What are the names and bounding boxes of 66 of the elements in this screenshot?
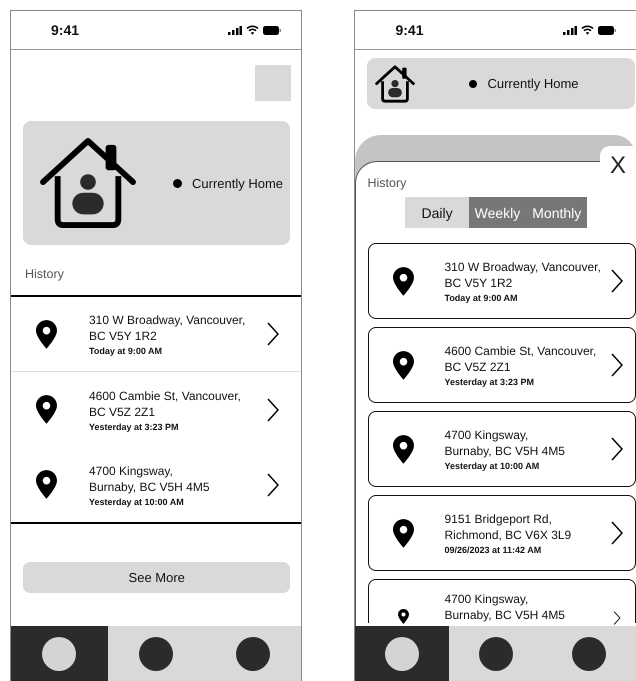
- location-pin-icon: [36, 470, 57, 499]
- chevron-right-icon: [611, 437, 623, 461]
- chevron-right-icon: [267, 398, 280, 422]
- status-label: Currently Home: [487, 76, 579, 91]
- circle-icon: [236, 637, 270, 671]
- visit-time: Today at 9:00 AM: [89, 346, 164, 356]
- history-heading: History: [367, 176, 408, 190]
- address-text: 4700 Kingsway, Burnaby, BC V5H 4M5: [444, 427, 566, 459]
- address-text: 4600 Cambie St, Vancouver, BC V5Z 2Z1: [89, 388, 242, 420]
- location-pin-icon: [36, 320, 57, 348]
- chevron-right-icon: [267, 322, 280, 346]
- visit-time: 09/26/2023 at 11:42 AM: [444, 545, 542, 555]
- circle-icon: [572, 637, 606, 671]
- address-text: 310 W Broadway, Vancouver, BC V5Y 1R2: [444, 259, 602, 291]
- signal-icon: [228, 26, 242, 34]
- location-pin-icon: [393, 266, 414, 296]
- signal-icon: [563, 26, 577, 34]
- status-label: Currently Home: [192, 176, 284, 190]
- wifi-icon: [581, 25, 594, 35]
- status-time: 9:41: [51, 22, 80, 38]
- chevron-right-icon: [611, 353, 623, 377]
- address-text: 310 W Broadway, Vancouver, BC V5Y 1R2: [89, 312, 246, 344]
- house-person-icon: [375, 64, 416, 102]
- status-dot-icon: [469, 80, 478, 88]
- visit-time: Yesterday at 3:23 PM: [444, 377, 536, 387]
- nav-tab[interactable]: [355, 626, 449, 681]
- chevron-right-icon: [267, 472, 280, 496]
- address-text: 4700 Kingsway, Burnaby, BC V5H 4M5: [444, 591, 566, 623]
- visit-time: Yesterday at 10:00 AM: [89, 496, 185, 506]
- history-card[interactable]: 9151 Bridgeport Rd, Richmond, BC V6X 3L9 09/26/2023 at 11:42 AM: [368, 495, 636, 571]
- circle-icon: [385, 637, 420, 671]
- wifi-icon: [246, 25, 260, 35]
- visit-time: Today at 9:00 AM: [444, 293, 518, 303]
- circle-icon: [139, 637, 174, 671]
- address-text: 4700 Kingsway, Burnaby, BC V5H 4M5: [89, 462, 210, 494]
- period-tab[interactable]: Daily: [405, 197, 469, 228]
- location-pin-icon: [393, 518, 414, 548]
- location-pin-icon: [393, 350, 414, 380]
- status-time: 9:41: [395, 22, 424, 38]
- battery-icon: [598, 26, 616, 34]
- house-person-icon: [39, 137, 137, 229]
- visit-time: Yesterday at 3:23 PM: [89, 422, 180, 432]
- address-text: 4600 Cambie St, Vancouver, BC V5Z 2Z1: [444, 343, 598, 375]
- history-row[interactable]: 4700 Kingsway, Burnaby, BC V5H 4M5 Yesterday at 10:00 AM: [11, 447, 302, 522]
- circle-icon: [478, 637, 513, 671]
- see-more-button[interactable]: See More: [23, 562, 290, 593]
- history-heading: History: [25, 267, 65, 281]
- history-card[interactable]: 4700 Kingsway, Burnaby, BC V5H 4M5: [368, 579, 636, 623]
- history-card[interactable]: 4600 Cambie St, Vancouver, BC V5Z 2Z1 Yesterday at 3:23 PM: [368, 327, 636, 403]
- period-tab[interactable]: Weekly: [468, 197, 526, 228]
- circle-icon: [42, 637, 76, 671]
- chevron-right-icon: [611, 611, 623, 625]
- chevron-right-icon: [611, 521, 623, 545]
- period-tab[interactable]: Monthly: [526, 197, 588, 228]
- location-pin-icon: [393, 434, 414, 464]
- nav-tab[interactable]: [11, 626, 108, 681]
- chevron-right-icon: [611, 269, 623, 293]
- location-pin-icon: [36, 395, 57, 424]
- history-card[interactable]: 310 W Broadway, Vancouver, BC V5Y 1R2 Today at 9:00 AM: [368, 243, 636, 319]
- history-card[interactable]: 4700 Kingsway, Burnaby, BC V5H 4M5 Yesterday at 10:00 AM: [368, 411, 636, 487]
- placeholder-square: [255, 65, 292, 101]
- status-dot-icon: [173, 178, 182, 188]
- history-row[interactable]: 4600 Cambie St, Vancouver, BC V5Z 2Z1 Yesterday at 3:23 PM: [11, 372, 302, 447]
- battery-icon: [263, 26, 282, 34]
- address-text: 9151 Bridgeport Rd, Richmond, BC V6X 3L9: [444, 511, 572, 543]
- visit-time: Yesterday at 10:00 AM: [444, 461, 540, 471]
